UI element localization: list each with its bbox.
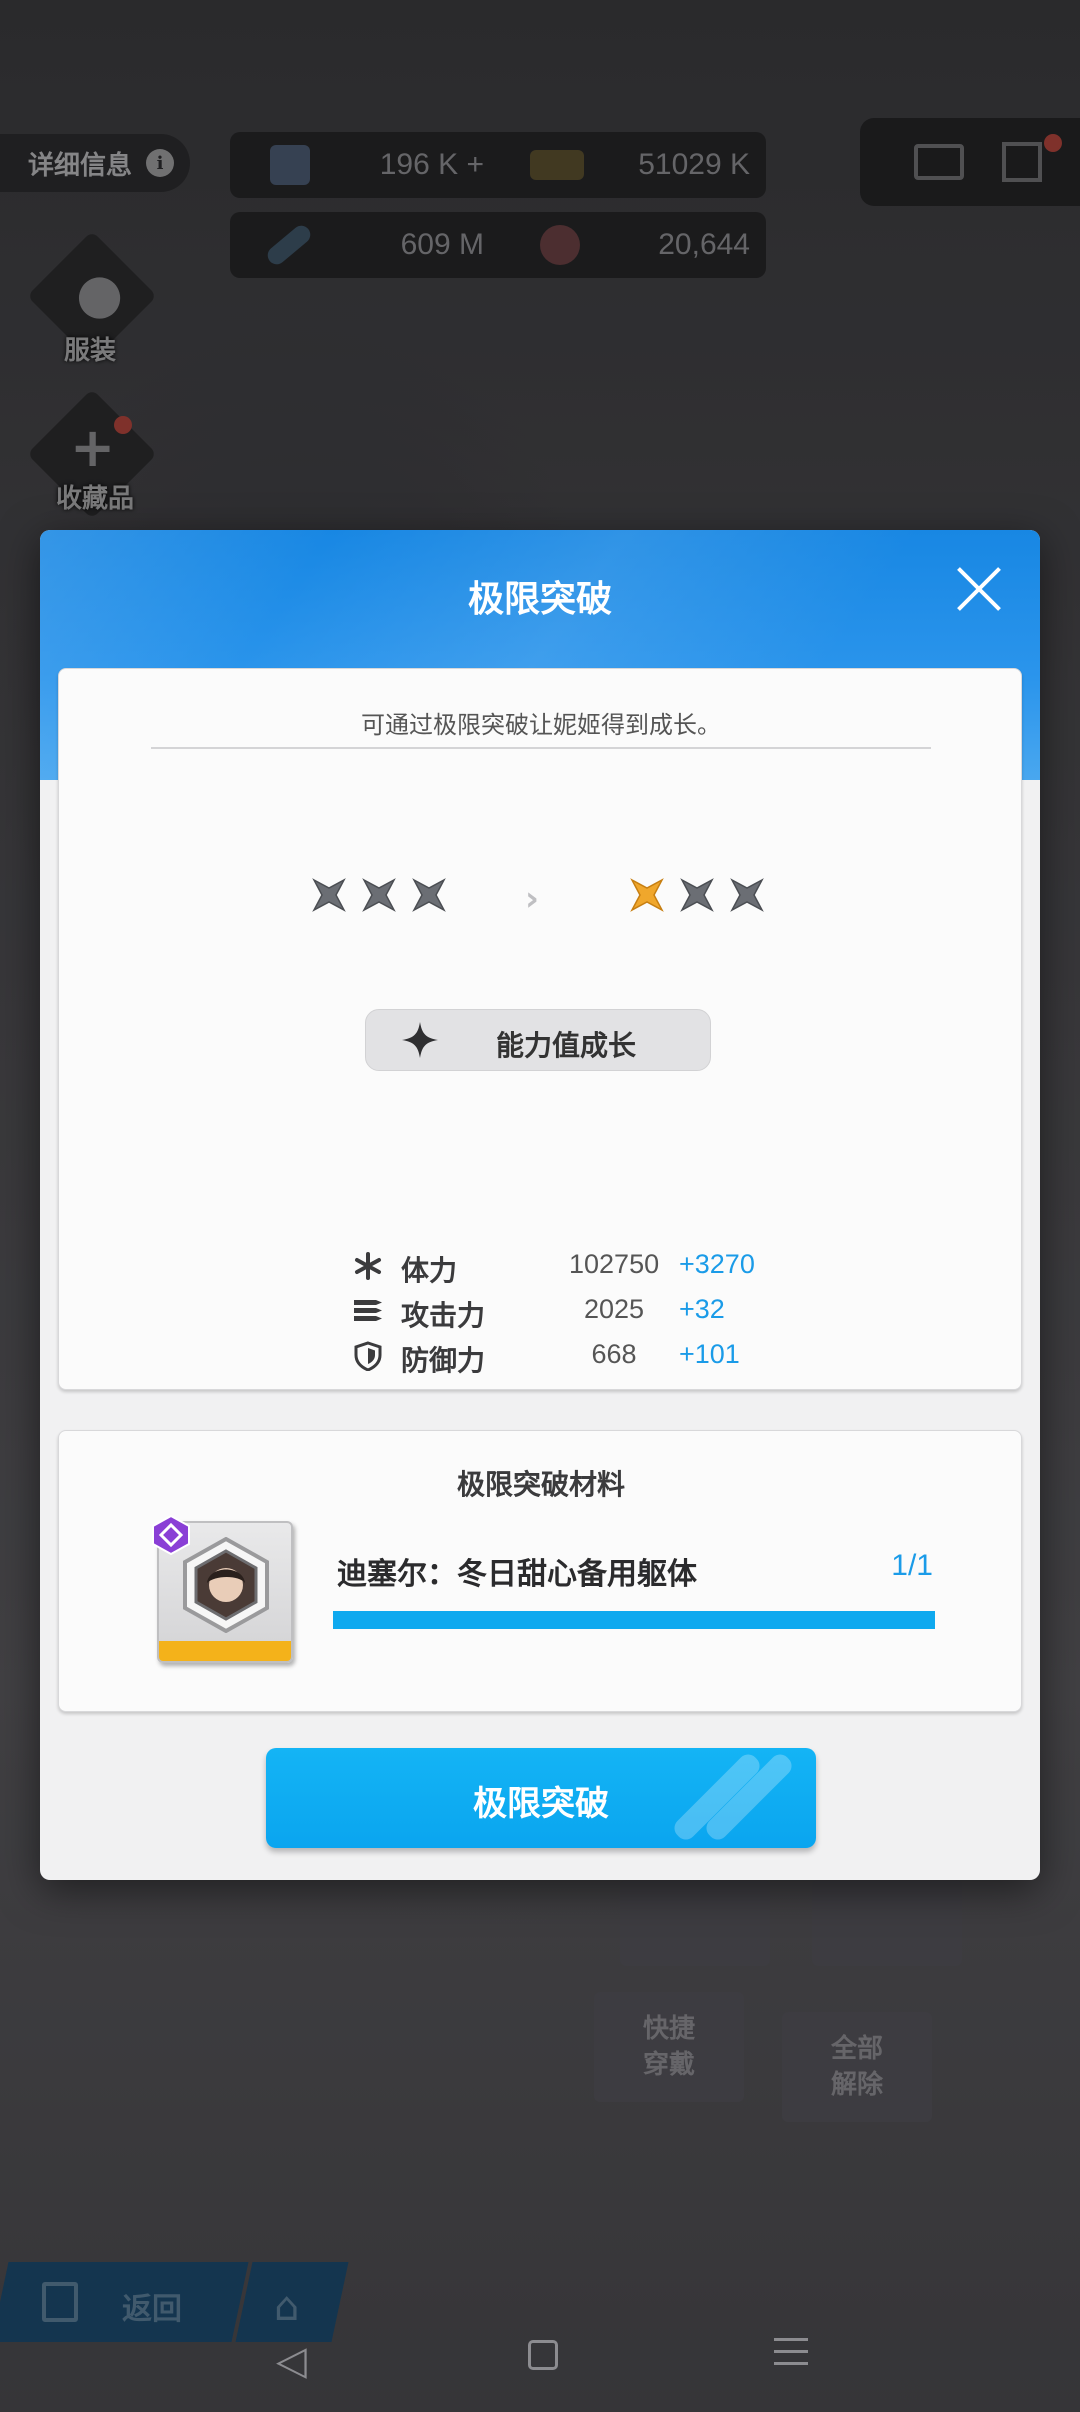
growth-card: 可通过极限突破让妮姬得到成长。 › 能力值成长 体力 102750 +3270 [58, 668, 1022, 1390]
nav-menu-icon[interactable] [774, 2338, 808, 2374]
rarity-badge-icon [152, 1515, 190, 1555]
dialog-title: 极限突破 [467, 579, 612, 620]
dialog-description: 可通过极限突破让妮姬得到成长。 [361, 711, 721, 739]
star-empty-icon [412, 878, 446, 912]
stat-row-hp: 体力 102750 +3270 [59, 1247, 1023, 1291]
divider [151, 747, 931, 749]
stat-label: 防御力 [401, 1344, 486, 1377]
material-name: 迪塞尔：冬日甜心备用躯体 [337, 1557, 697, 1592]
stat-row-attack: 攻击力 2025 +32 [59, 1292, 1023, 1336]
stat-value: 668 [591, 1339, 637, 1369]
materials-card: 极限突破材料 迪塞尔：冬日甜心备用躯体 1/1 [58, 1430, 1022, 1712]
stars-after [629, 877, 765, 913]
shield-icon [354, 1341, 382, 1371]
stars-before [311, 877, 447, 913]
stat-increase: +101 [679, 1339, 740, 1369]
limit-break-button[interactable]: 极限突破 [266, 1748, 816, 1848]
star-empty-icon [730, 878, 764, 912]
stat-growth-label: 能力值成长 [496, 1029, 637, 1062]
chevron-right-icon: › [525, 879, 540, 919]
stat-row-defense: 防御力 668 +101 [59, 1337, 1023, 1381]
stat-value: 102750 [569, 1249, 660, 1279]
material-progress-bar [333, 1611, 935, 1629]
sparkle-icon [402, 1022, 438, 1058]
stat-increase: +3270 [679, 1249, 755, 1279]
stat-value: 2025 [583, 1294, 645, 1324]
star-empty-icon [680, 878, 714, 912]
stat-label: 体力 [401, 1254, 458, 1287]
stat-growth-header: 能力值成长 [365, 1009, 711, 1071]
stat-increase: +32 [679, 1294, 725, 1324]
character-portrait-icon [183, 1537, 269, 1633]
rarity-bar [159, 1641, 291, 1661]
star-empty-icon [312, 878, 346, 912]
nav-back-icon[interactable]: ◁ [276, 2338, 307, 2384]
star-filled-icon [630, 878, 664, 912]
limit-break-dialog: 极限突破 可通过极限突破让妮姬得到成长。 › 能力值成长 体力 102750 +… [40, 530, 1040, 1880]
material-count: 1/1 [891, 1549, 933, 1582]
limit-break-button-label: 极限突破 [473, 1784, 609, 1824]
bullets-icon [354, 1300, 382, 1321]
nav-home-icon[interactable] [528, 2340, 558, 2370]
stat-label: 攻击力 [401, 1299, 486, 1332]
star-empty-icon [362, 878, 396, 912]
close-icon[interactable] [956, 566, 1002, 612]
asterisk-icon [355, 1252, 381, 1280]
material-progress-fill [333, 1611, 935, 1629]
materials-title: 极限突破材料 [456, 1468, 625, 1501]
